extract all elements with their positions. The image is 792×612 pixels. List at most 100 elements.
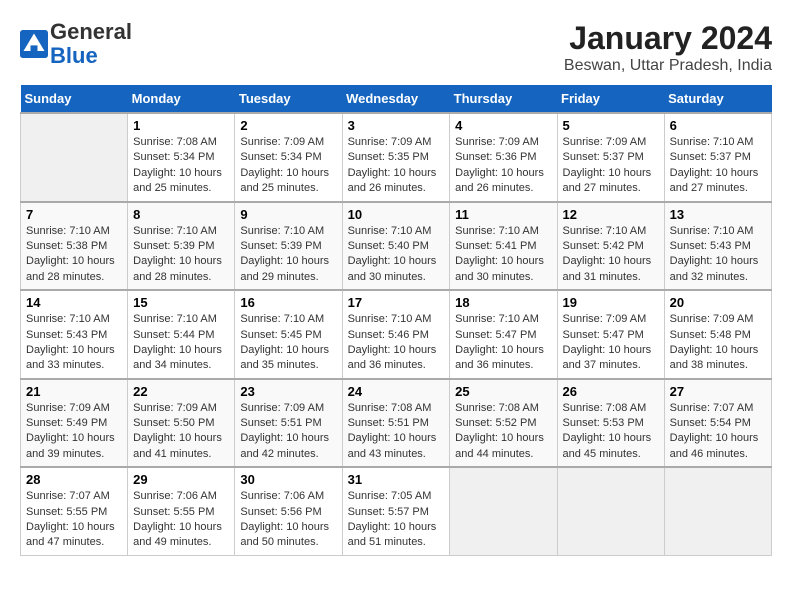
day-number: 13 — [670, 207, 766, 222]
day-info: Sunrise: 7:09 AM Sunset: 5:34 PM Dayligh… — [240, 135, 336, 197]
day-number: 17 — [348, 295, 445, 310]
col-header-sunday: Sunday — [21, 85, 128, 113]
day-cell: 29 Sunrise: 7:06 AM Sunset: 5:55 PM Dayli… — [128, 467, 235, 555]
day-number: 6 — [670, 118, 766, 133]
day-number: 12 — [563, 207, 659, 222]
day-number: 19 — [563, 295, 659, 310]
day-number: 11 — [455, 207, 551, 222]
day-info: Sunrise: 7:10 AM Sunset: 5:40 PM Dayligh… — [348, 224, 445, 286]
day-cell: 4Sunrise: 7:09 AM Sunset: 5:36 PM Daylig… — [450, 113, 557, 202]
day-number: 25 — [455, 384, 551, 399]
day-info: Sunrise: 7:10 AM Sunset: 5:44 PM Dayligh… — [133, 312, 229, 374]
day-number: 26 — [563, 384, 659, 399]
day-info: Sunrise: 7:07 AM Sunset: 5:55 PM Dayligh… — [26, 489, 122, 551]
day-number: 10 — [348, 207, 445, 222]
day-number: 24 — [348, 384, 445, 399]
page-subtitle: Beswan, Uttar Pradesh, India — [564, 57, 772, 75]
day-cell: 28 Sunrise: 7:07 AM Sunset: 5:55 PM Dayli… — [21, 467, 128, 555]
day-cell: 18 Sunrise: 7:10 AM Sunset: 5:47 PM Dayli… — [450, 290, 557, 379]
day-cell: 23 Sunrise: 7:09 AM Sunset: 5:51 PM Dayli… — [235, 379, 342, 468]
day-info: Sunrise: 7:10 AM Sunset: 5:37 PM Dayligh… — [670, 135, 766, 197]
day-number: 23 — [240, 384, 336, 399]
day-info: Sunrise: 7:09 AM Sunset: 5:49 PM Dayligh… — [26, 401, 122, 463]
page-title: January 2024 — [564, 20, 772, 57]
day-info: Sunrise: 7:10 AM Sunset: 5:39 PM Dayligh… — [240, 224, 336, 286]
day-cell: 25 Sunrise: 7:08 AM Sunset: 5:52 PM Dayli… — [450, 379, 557, 468]
day-number: 7 — [26, 207, 122, 222]
logo: General Blue — [20, 20, 132, 68]
day-number: 28 — [26, 472, 122, 487]
day-cell: 8Sunrise: 7:10 AM Sunset: 5:39 PM Daylig… — [128, 202, 235, 291]
day-number: 5 — [563, 118, 659, 133]
day-cell: 31 Sunrise: 7:05 AM Sunset: 5:57 PM Dayli… — [342, 467, 450, 555]
day-number: 31 — [348, 472, 445, 487]
day-number: 3 — [348, 118, 445, 133]
page-header: General Blue January 2024 Beswan, Uttar … — [20, 20, 772, 75]
day-info: Sunrise: 7:08 AM Sunset: 5:52 PM Dayligh… — [455, 401, 551, 463]
day-info: Sunrise: 7:09 AM Sunset: 5:51 PM Dayligh… — [240, 401, 336, 463]
day-cell: 1 Sunrise: 7:08 AM Sunset: 5:34 PM Daylig… — [128, 113, 235, 202]
day-cell: 10 Sunrise: 7:10 AM Sunset: 5:40 PM Dayli… — [342, 202, 450, 291]
day-number: 29 — [133, 472, 229, 487]
day-info: Sunrise: 7:10 AM Sunset: 5:46 PM Dayligh… — [348, 312, 445, 374]
day-info: Sunrise: 7:10 AM Sunset: 5:47 PM Dayligh… — [455, 312, 551, 374]
col-header-thursday: Thursday — [450, 85, 557, 113]
day-number: 4 — [455, 118, 551, 133]
week-row-1: 1 Sunrise: 7:08 AM Sunset: 5:34 PM Daylig… — [21, 113, 772, 202]
day-number: 27 — [670, 384, 766, 399]
day-cell: 7 Sunrise: 7:10 AM Sunset: 5:38 PM Daylig… — [21, 202, 128, 291]
day-cell: 12 Sunrise: 7:10 AM Sunset: 5:42 PM Dayli… — [557, 202, 664, 291]
day-cell: 24 Sunrise: 7:08 AM Sunset: 5:51 PM Dayli… — [342, 379, 450, 468]
day-info: Sunrise: 7:10 AM Sunset: 5:45 PM Dayligh… — [240, 312, 336, 374]
day-number: 9 — [240, 207, 336, 222]
title-block: January 2024 Beswan, Uttar Pradesh, Indi… — [564, 20, 772, 75]
day-info: Sunrise: 7:09 AM Sunset: 5:48 PM Dayligh… — [670, 312, 766, 374]
day-info: Sunrise: 7:09 AM Sunset: 5:35 PM Dayligh… — [348, 135, 445, 197]
week-row-4: 21 Sunrise: 7:09 AM Sunset: 5:49 PM Dayli… — [21, 379, 772, 468]
day-info: Sunrise: 7:09 AM Sunset: 5:47 PM Dayligh… — [563, 312, 659, 374]
day-cell: 27 Sunrise: 7:07 AM Sunset: 5:54 PM Dayli… — [664, 379, 771, 468]
day-info: Sunrise: 7:09 AM Sunset: 5:37 PM Dayligh… — [563, 135, 659, 197]
day-cell: 17 Sunrise: 7:10 AM Sunset: 5:46 PM Dayli… — [342, 290, 450, 379]
day-number: 15 — [133, 295, 229, 310]
day-info: Sunrise: 7:08 AM Sunset: 5:51 PM Dayligh… — [348, 401, 445, 463]
day-cell — [557, 467, 664, 555]
col-header-monday: Monday — [128, 85, 235, 113]
day-info: Sunrise: 7:06 AM Sunset: 5:56 PM Dayligh… — [240, 489, 336, 551]
calendar-table: SundayMondayTuesdayWednesdayThursdayFrid… — [20, 85, 772, 556]
logo-blue: Blue — [50, 43, 98, 68]
logo-general: General — [50, 19, 132, 44]
day-info: Sunrise: 7:08 AM Sunset: 5:34 PM Dayligh… — [133, 135, 229, 197]
day-cell: 13 Sunrise: 7:10 AM Sunset: 5:43 PM Dayli… — [664, 202, 771, 291]
day-cell: 11Sunrise: 7:10 AM Sunset: 5:41 PM Dayli… — [450, 202, 557, 291]
day-cell: 3 Sunrise: 7:09 AM Sunset: 5:35 PM Daylig… — [342, 113, 450, 202]
day-info: Sunrise: 7:10 AM Sunset: 5:43 PM Dayligh… — [670, 224, 766, 286]
week-row-3: 14Sunrise: 7:10 AM Sunset: 5:43 PM Dayli… — [21, 290, 772, 379]
day-number: 18 — [455, 295, 551, 310]
day-cell: 22Sunrise: 7:09 AM Sunset: 5:50 PM Dayli… — [128, 379, 235, 468]
day-cell: 20 Sunrise: 7:09 AM Sunset: 5:48 PM Dayli… — [664, 290, 771, 379]
day-cell: 16Sunrise: 7:10 AM Sunset: 5:45 PM Dayli… — [235, 290, 342, 379]
week-row-2: 7 Sunrise: 7:10 AM Sunset: 5:38 PM Daylig… — [21, 202, 772, 291]
day-cell: 2 Sunrise: 7:09 AM Sunset: 5:34 PM Daylig… — [235, 113, 342, 202]
day-number: 21 — [26, 384, 122, 399]
day-cell: 30 Sunrise: 7:06 AM Sunset: 5:56 PM Dayli… — [235, 467, 342, 555]
col-header-saturday: Saturday — [664, 85, 771, 113]
day-number: 1 — [133, 118, 229, 133]
col-header-friday: Friday — [557, 85, 664, 113]
day-info: Sunrise: 7:05 AM Sunset: 5:57 PM Dayligh… — [348, 489, 445, 551]
day-info: Sunrise: 7:10 AM Sunset: 5:42 PM Dayligh… — [563, 224, 659, 286]
day-info: Sunrise: 7:07 AM Sunset: 5:54 PM Dayligh… — [670, 401, 766, 463]
day-cell: 15 Sunrise: 7:10 AM Sunset: 5:44 PM Dayli… — [128, 290, 235, 379]
day-info: Sunrise: 7:06 AM Sunset: 5:55 PM Dayligh… — [133, 489, 229, 551]
col-header-wednesday: Wednesday — [342, 85, 450, 113]
day-info: Sunrise: 7:10 AM Sunset: 5:38 PM Dayligh… — [26, 224, 122, 286]
day-cell: 21 Sunrise: 7:09 AM Sunset: 5:49 PM Dayli… — [21, 379, 128, 468]
day-info: Sunrise: 7:10 AM Sunset: 5:39 PM Dayligh… — [133, 224, 229, 286]
day-number: 20 — [670, 295, 766, 310]
header-row: SundayMondayTuesdayWednesdayThursdayFrid… — [21, 85, 772, 113]
day-cell: 9 Sunrise: 7:10 AM Sunset: 5:39 PM Daylig… — [235, 202, 342, 291]
week-row-5: 28 Sunrise: 7:07 AM Sunset: 5:55 PM Dayli… — [21, 467, 772, 555]
day-number: 30 — [240, 472, 336, 487]
day-number: 2 — [240, 118, 336, 133]
